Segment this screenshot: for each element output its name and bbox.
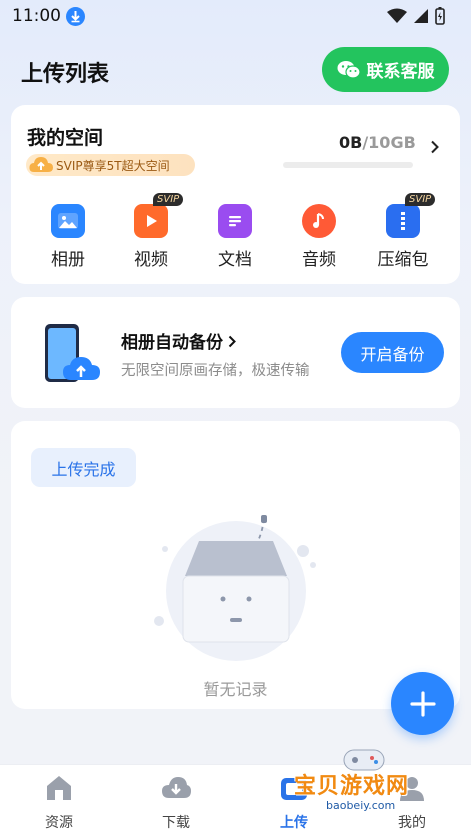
category-photos[interactable]: 相册 [28,204,108,270]
phone-backup-icon [45,324,100,382]
status-icons [387,7,445,25]
document-icon [218,204,252,238]
watermark: 宝贝游戏网 baobeiy.com [282,749,452,832]
backup-subtitle: 无限空间原画存储，极速传输 [121,363,310,379]
category-archives[interactable]: SVIP 压缩包 [363,193,443,270]
my-space-card: 我的空间 SVIP尊享5T超大空间 0B/10GB 相册 SVIP 视频 文档 … [11,105,460,284]
page-title: 上传列表 [21,62,110,87]
contact-support-label: 联系客服 [366,62,435,82]
watermark-url: baobeiy.com [322,799,400,812]
status-time: 11:00 [12,6,61,26]
category-label: 压缩包 [377,250,429,270]
storage-usage: 0B/10GB [339,133,416,152]
nav-label: 下载 [162,815,190,831]
signal-icon [414,9,428,23]
storage-usage-bar [283,162,413,168]
nav-downloads[interactable]: 下载 [131,774,221,832]
watermark-text: 宝贝游戏网 [294,774,410,799]
chevron-right-icon [228,335,236,348]
storage-used: 0B [339,133,363,152]
svip-promo-text: SVIP尊享5T超大空间 [56,158,170,173]
video-icon: SVIP [134,193,184,238]
category-row: 相册 SVIP 视频 文档 音频 SVIP 压缩包 [11,193,460,274]
upload-list-card: 上传完成 暂无记录 [11,421,460,709]
zip-icon: SVIP [386,193,436,238]
backup-title-text: 相册自动备份 [121,333,223,353]
category-audio[interactable]: 音频 [279,204,359,270]
status-bar: 11:00 [0,0,471,34]
cloud-upload-icon [29,157,53,172]
battery-icon [435,7,445,25]
svip-badge: SVIP [405,193,436,206]
cloud-download-icon [162,777,191,798]
backup-title: 相册自动备份 [121,328,237,353]
tab-upload-complete[interactable]: 上传完成 [31,448,136,487]
category-label: 文档 [218,250,252,270]
photo-icon [51,204,85,238]
svip-promo-tag[interactable]: SVIP尊享5T超大空间 [26,154,195,176]
category-label: 音频 [302,250,336,270]
plus-icon [409,690,436,717]
enable-backup-button[interactable]: 开启备份 [341,332,444,373]
contact-support-button[interactable]: 联系客服 [322,47,449,92]
wifi-icon [387,8,407,23]
empty-box-illustration [154,515,316,661]
svip-badge: SVIP [153,193,184,206]
storage-total: 10GB [368,133,416,152]
category-label: 相册 [51,250,85,270]
nav-label: 资源 [45,815,73,831]
nav-resources[interactable]: 资源 [14,774,104,832]
wechat-icon [337,60,361,79]
my-space-title: 我的空间 [27,127,104,149]
category-videos[interactable]: SVIP 视频 [111,193,191,270]
download-notification-icon [66,7,85,26]
category-documents[interactable]: 文档 [195,204,275,270]
home-icon [47,776,71,800]
add-upload-button[interactable] [391,672,454,735]
category-label: 视频 [134,250,168,270]
chevron-right-icon[interactable] [428,140,442,154]
photo-backup-card[interactable]: 相册自动备份 无限空间原画存储，极速传输 开启备份 [11,297,460,408]
music-icon [302,204,336,238]
